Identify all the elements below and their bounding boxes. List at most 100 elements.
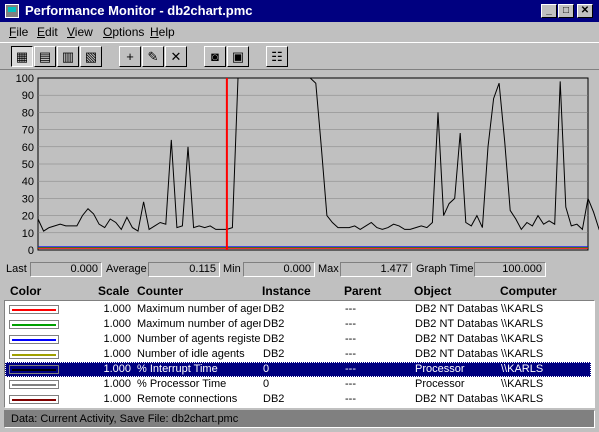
counter-cell: Number of agents register bbox=[137, 333, 261, 345]
legend-row[interactable]: 1.000 Maximum number of agen DB2 --- DB2… bbox=[5, 302, 591, 317]
color-swatch bbox=[9, 395, 59, 404]
counter-cell: Maximum number of agen bbox=[137, 303, 261, 315]
header-scale[interactable]: Scale bbox=[98, 284, 129, 298]
report-view-icon: ▧ bbox=[84, 49, 98, 64]
update-now-button[interactable]: ▣ bbox=[227, 46, 249, 67]
alert-view-icon: ▤ bbox=[38, 49, 52, 64]
y-tick-label: 50 bbox=[22, 159, 34, 171]
last-value: 0.000 bbox=[30, 262, 102, 277]
menu-file[interactable]: File bbox=[9, 25, 28, 39]
app-icon[interactable] bbox=[5, 4, 19, 18]
instance-cell: DB2 bbox=[263, 333, 285, 345]
options-button[interactable]: ☷ bbox=[266, 46, 288, 67]
color-swatch bbox=[9, 335, 59, 344]
legend-row[interactable]: 1.000 % Processor Time 0 --- Processor \… bbox=[5, 377, 591, 392]
menu-bar: File Edit View Options Help bbox=[0, 22, 599, 42]
header-counter[interactable]: Counter bbox=[137, 284, 183, 298]
legend-row[interactable]: 1.000 Number of idle agents DB2 --- DB2 … bbox=[5, 347, 591, 362]
instance-cell: DB2 bbox=[263, 393, 285, 405]
y-tick-label: 80 bbox=[22, 107, 34, 119]
counter-cell: Number of idle agents bbox=[137, 348, 245, 360]
header-instance[interactable]: Instance bbox=[262, 284, 311, 298]
min-label: Min bbox=[223, 263, 241, 275]
average-label: Average bbox=[106, 263, 147, 275]
object-cell: Processor bbox=[415, 363, 465, 375]
header-object[interactable]: Object bbox=[414, 284, 451, 298]
add-counter-button[interactable]: + bbox=[119, 46, 141, 67]
instance-cell: 0 bbox=[263, 378, 270, 390]
object-cell: Processor bbox=[415, 378, 465, 390]
computer-cell: \\KARLS bbox=[501, 318, 544, 330]
graph-time-value: 100.000 bbox=[474, 262, 546, 277]
edit-counter-button[interactable]: ✎ bbox=[142, 46, 164, 67]
color-swatch bbox=[9, 305, 59, 314]
scale-cell: 1.000 bbox=[103, 378, 131, 390]
y-tick-label: 90 bbox=[22, 90, 34, 102]
graph-time-label: Graph Time bbox=[416, 263, 474, 275]
counter-cell: % Interrupt Time bbox=[137, 363, 218, 375]
y-tick-label: 0 bbox=[28, 245, 34, 257]
edit-counter-icon: ✎ bbox=[147, 49, 159, 64]
object-cell: DB2 NT Databas bbox=[415, 348, 498, 360]
scale-cell: 1.000 bbox=[103, 318, 131, 330]
legend-row[interactable]: 1.000 Maximum number of agen DB2 --- DB2… bbox=[5, 317, 591, 332]
chart-view-button[interactable]: ▦ bbox=[11, 46, 33, 67]
menu-view[interactable]: View bbox=[67, 25, 93, 39]
menu-help[interactable]: Help bbox=[150, 25, 175, 39]
instance-cell: 0 bbox=[263, 363, 270, 375]
bookmark-button[interactable]: ◙ bbox=[204, 46, 226, 67]
menu-edit[interactable]: Edit bbox=[37, 25, 58, 39]
legend-row[interactable]: 1.000 Number of agents register DB2 --- … bbox=[5, 332, 591, 347]
max-value: 1.477 bbox=[340, 262, 412, 277]
status-text: Data: Current Activity, Save File: db2ch… bbox=[11, 413, 239, 425]
update-now-icon: ▣ bbox=[231, 49, 245, 64]
instance-cell: DB2 bbox=[263, 303, 285, 315]
color-swatch bbox=[9, 380, 59, 389]
add-counter-icon: + bbox=[126, 49, 134, 64]
object-cell: DB2 NT Databas bbox=[415, 333, 498, 345]
header-computer[interactable]: Computer bbox=[500, 284, 557, 298]
log-view-button[interactable]: ▥ bbox=[57, 46, 79, 67]
scale-cell: 1.000 bbox=[103, 393, 131, 405]
scale-cell: 1.000 bbox=[103, 348, 131, 360]
legend-row[interactable]: 1.000 Remote connections DB2 --- DB2 NT … bbox=[5, 392, 591, 407]
header-parent[interactable]: Parent bbox=[344, 284, 381, 298]
object-cell: DB2 NT Databas bbox=[415, 393, 498, 405]
window-title: Performance Monitor - db2chart.pmc bbox=[25, 3, 253, 18]
report-view-button[interactable]: ▧ bbox=[80, 46, 102, 67]
instance-cell: DB2 bbox=[263, 348, 285, 360]
parent-cell: --- bbox=[345, 303, 356, 315]
parent-cell: --- bbox=[345, 393, 356, 405]
menu-options[interactable]: Options bbox=[103, 25, 144, 39]
parent-cell: --- bbox=[345, 333, 356, 345]
status-bar: Data: Current Activity, Save File: db2ch… bbox=[4, 410, 595, 428]
alert-view-button[interactable]: ▤ bbox=[34, 46, 56, 67]
chart-area: 100 90 80 70 60 50 40 30 20 10 0 bbox=[0, 71, 599, 257]
title-bar[interactable]: Performance Monitor - db2chart.pmc _ □ ✕ bbox=[0, 0, 599, 22]
average-value: 0.115 bbox=[148, 262, 220, 277]
parent-cell: --- bbox=[345, 348, 356, 360]
max-label: Max bbox=[318, 263, 339, 275]
delete-counter-button[interactable]: ✕ bbox=[165, 46, 187, 67]
y-tick-label: 20 bbox=[22, 211, 34, 223]
parent-cell: --- bbox=[345, 363, 356, 375]
toolbar: ▦ ▤ ▥ ▧ + ✎ ✕ ◙ ▣ ☷ bbox=[0, 42, 599, 70]
y-tick-label: 70 bbox=[22, 125, 34, 137]
color-swatch bbox=[9, 320, 59, 329]
computer-cell: \\KARLS bbox=[501, 378, 544, 390]
delete-counter-icon: ✕ bbox=[170, 49, 182, 64]
close-button[interactable]: ✕ bbox=[577, 4, 593, 18]
counter-legend-list[interactable]: 1.000 Maximum number of agen DB2 --- DB2… bbox=[4, 300, 595, 408]
legend-row-selected[interactable]: 1.000 % Interrupt Time 0 --- Processor \… bbox=[5, 362, 591, 377]
y-tick-label: 40 bbox=[22, 176, 34, 188]
minimize-button[interactable]: _ bbox=[541, 4, 557, 18]
scale-cell: 1.000 bbox=[103, 303, 131, 315]
color-swatch bbox=[9, 350, 59, 359]
counter-cell: % Processor Time bbox=[137, 378, 227, 390]
object-cell: DB2 NT Databas bbox=[415, 303, 498, 315]
parent-cell: --- bbox=[345, 378, 356, 390]
header-color[interactable]: Color bbox=[10, 284, 41, 298]
maximize-button[interactable]: □ bbox=[558, 4, 574, 18]
min-value: 0.000 bbox=[243, 262, 315, 277]
y-tick-label: 100 bbox=[16, 73, 34, 85]
